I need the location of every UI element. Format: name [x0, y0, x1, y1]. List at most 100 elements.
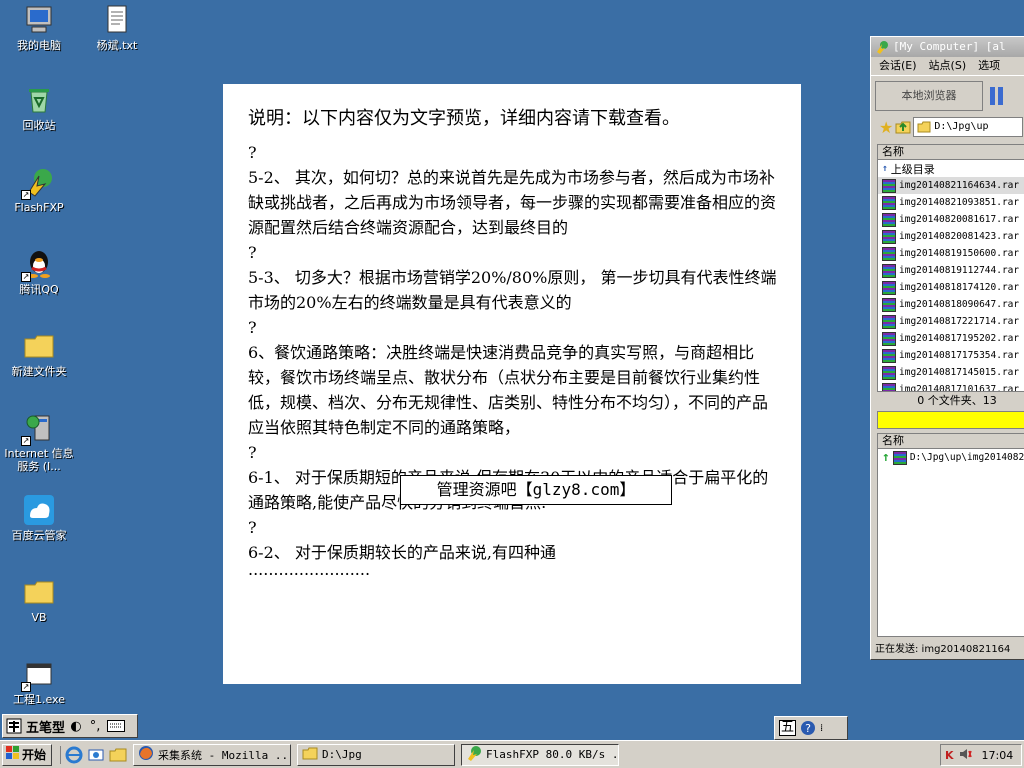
desktop-icon-label: 新建文件夹	[11, 365, 67, 378]
clock[interactable]: 17:04	[982, 749, 1014, 762]
task-button-explorer[interactable]: D:\Jpg	[297, 743, 455, 766]
rar-archive-icon	[882, 212, 896, 227]
transfer-queue: 名称 ↑ D:\Jpg\up\img2014082	[877, 433, 1024, 637]
file-name: img20140817195202.rar	[899, 333, 1020, 344]
file-row[interactable]: img20140817221714.rar	[878, 313, 1024, 330]
show-desktop-folder-icon[interactable]	[109, 746, 127, 764]
file-row[interactable]: img20140819150600.rar	[878, 245, 1024, 262]
file-name: img20140819112744.rar	[899, 265, 1020, 276]
menu-options[interactable]: 选项	[978, 57, 1000, 75]
ime-indicator-icon[interactable]: 五	[779, 720, 797, 736]
column-header-name[interactable]: 名称	[878, 145, 1024, 160]
desktop-icon-baidu-cloud[interactable]: 百度云管家	[0, 494, 78, 542]
task-label: 采集系统 - Mozilla ...	[158, 748, 291, 762]
flashfxp-icon	[466, 745, 482, 764]
flashfxp-icon: ↗	[21, 166, 55, 200]
outlook-express-icon[interactable]	[87, 746, 105, 764]
desktop-icon-label: 百度云管家	[11, 529, 67, 542]
desktop-icon-recycle-bin[interactable]: 回收站	[0, 84, 78, 132]
shortcut-arrow-icon: ↗	[21, 436, 31, 446]
file-row[interactable]: img20140817145015.rar	[878, 364, 1024, 381]
file-row[interactable]: img20140820081423.rar	[878, 228, 1024, 245]
flashfxp-window: [My Computer] [al 会话(E) 站点(S) 选项 本地浏览器 ★…	[870, 36, 1024, 660]
text-file-icon	[101, 4, 133, 36]
file-name: img20140817101637.rar	[899, 384, 1020, 392]
document-paragraph: ........................	[248, 560, 371, 579]
queue-column-header[interactable]: 名称	[878, 434, 1024, 449]
file-row[interactable]: img20140817101637.rar	[878, 381, 1024, 392]
start-button[interactable]: 开始	[2, 743, 52, 766]
half-width-moon-icon[interactable]: ◐	[68, 717, 84, 735]
firefox-icon	[138, 745, 154, 764]
document-paragraph: ?	[248, 518, 257, 537]
help-icon[interactable]: ?	[800, 720, 816, 736]
task-button-flashfxp[interactable]: FlashFXP 80.0 KB/s ...	[461, 743, 619, 766]
path-input[interactable]: D:\Jpg\up	[913, 117, 1024, 137]
desktop-icon-exe[interactable]: ↗ 工程1.exe	[0, 658, 78, 706]
start-label: 开始	[22, 748, 47, 762]
ime-mode-label[interactable]: 五笔型	[26, 717, 65, 736]
rar-archive-icon	[882, 314, 896, 329]
flashfxp-titlebar[interactable]: [My Computer] [al	[871, 37, 1024, 57]
upload-arrow-icon: ↑	[882, 450, 890, 465]
rar-archive-icon	[882, 195, 896, 210]
desktop-icon-my-computer[interactable]: 我的电脑	[0, 4, 78, 52]
punctuation-icon[interactable]: °,	[87, 717, 103, 735]
file-name: img20140820081423.rar	[899, 231, 1020, 242]
rar-archive-icon	[892, 450, 907, 465]
menu-sites[interactable]: 站点(S)	[929, 57, 967, 75]
quick-launch	[60, 745, 127, 764]
desktop-icon-label: 回收站	[22, 119, 56, 132]
langbar-options-icon[interactable]: ⁞	[820, 723, 823, 734]
file-row[interactable]: img20140819112744.rar	[878, 262, 1024, 279]
ime-toolbar: 五笔型 ◐ °,	[2, 714, 138, 738]
internet-explorer-icon[interactable]	[65, 746, 83, 764]
desktop-icon-new-folder[interactable]: 新建文件夹	[0, 330, 78, 378]
desktop-icon-text-file[interactable]: 杨斌.txt	[78, 4, 156, 52]
soft-keyboard-icon[interactable]	[106, 717, 126, 735]
task-label: FlashFXP 80.0 KB/s ...	[486, 748, 619, 761]
desktop-icon-label: 工程1.exe	[12, 693, 65, 706]
volume-icon[interactable]	[958, 747, 972, 764]
desktop-icon-flashfxp[interactable]: ↗ FlashFXP	[0, 166, 78, 214]
language-bar: 五 ? ⁞	[774, 716, 848, 740]
folder-up-icon[interactable]	[895, 119, 911, 135]
desktop-icon-vb-folder[interactable]: VB	[0, 576, 78, 624]
file-row[interactable]: img20140818174120.rar	[878, 279, 1024, 296]
file-row[interactable]: img20140821093851.rar	[878, 194, 1024, 211]
file-name: img20140818174120.rar	[899, 282, 1020, 293]
queue-item-path: D:\Jpg\up\img2014082	[909, 452, 1024, 463]
flashfxp-title: [My Computer] [al	[893, 40, 1006, 53]
document-paragraph: ?	[248, 318, 257, 337]
flashget-tray-icon[interactable]: K	[945, 749, 954, 762]
star-icon[interactable]: ★	[879, 118, 893, 137]
file-row[interactable]: img20140817175354.rar	[878, 347, 1024, 364]
shortcut-arrow-icon: ↗	[21, 682, 31, 692]
rar-archive-icon	[882, 331, 896, 346]
file-row[interactable]: img20140821164634.rar	[878, 177, 1024, 194]
desktop-icon-qq[interactable]: ↗ 腾讯QQ	[0, 248, 78, 296]
flashfxp-menubar: 会话(E) 站点(S) 选项	[871, 57, 1024, 75]
rar-archive-icon	[882, 297, 896, 312]
sending-status: 正在发送: img20140821164	[875, 644, 1011, 655]
pause-icon[interactable]	[987, 85, 1005, 107]
ime-logo-icon[interactable]	[5, 717, 23, 735]
queue-row[interactable]: ↑ D:\Jpg\up\img2014082	[878, 449, 1024, 466]
file-list: 名称 ↑ 上级目录 img20140821164634.rar img20140…	[877, 144, 1024, 392]
file-row[interactable]: img20140817195202.rar	[878, 330, 1024, 347]
iis-server-icon: ↗	[21, 412, 55, 446]
task-button-firefox[interactable]: 采集系统 - Mozilla ...	[133, 743, 291, 766]
watermark-banner[interactable]: 管理资源吧【glzy8.com】	[400, 475, 672, 505]
rar-archive-icon	[882, 246, 896, 261]
parent-dir-row[interactable]: ↑ 上级目录	[878, 160, 1024, 177]
computer-icon	[23, 4, 55, 36]
desktop-icon-iis[interactable]: ↗ Internet 信息服务 (I...	[0, 412, 78, 473]
menu-session[interactable]: 会话(E)	[879, 57, 917, 75]
file-name: img20140821093851.rar	[899, 197, 1020, 208]
flashfxp-toolbar: 本地浏览器	[871, 75, 1024, 115]
file-row[interactable]: img20140820081617.rar	[878, 211, 1024, 228]
system-tray: K 17:04	[940, 744, 1022, 766]
local-browser-button[interactable]: 本地浏览器	[875, 80, 983, 111]
file-row[interactable]: img20140818090647.rar	[878, 296, 1024, 313]
taskbar: 开始 采集系统 - Mozilla ... D:\Jpg FlashFXP 80…	[0, 740, 1024, 768]
